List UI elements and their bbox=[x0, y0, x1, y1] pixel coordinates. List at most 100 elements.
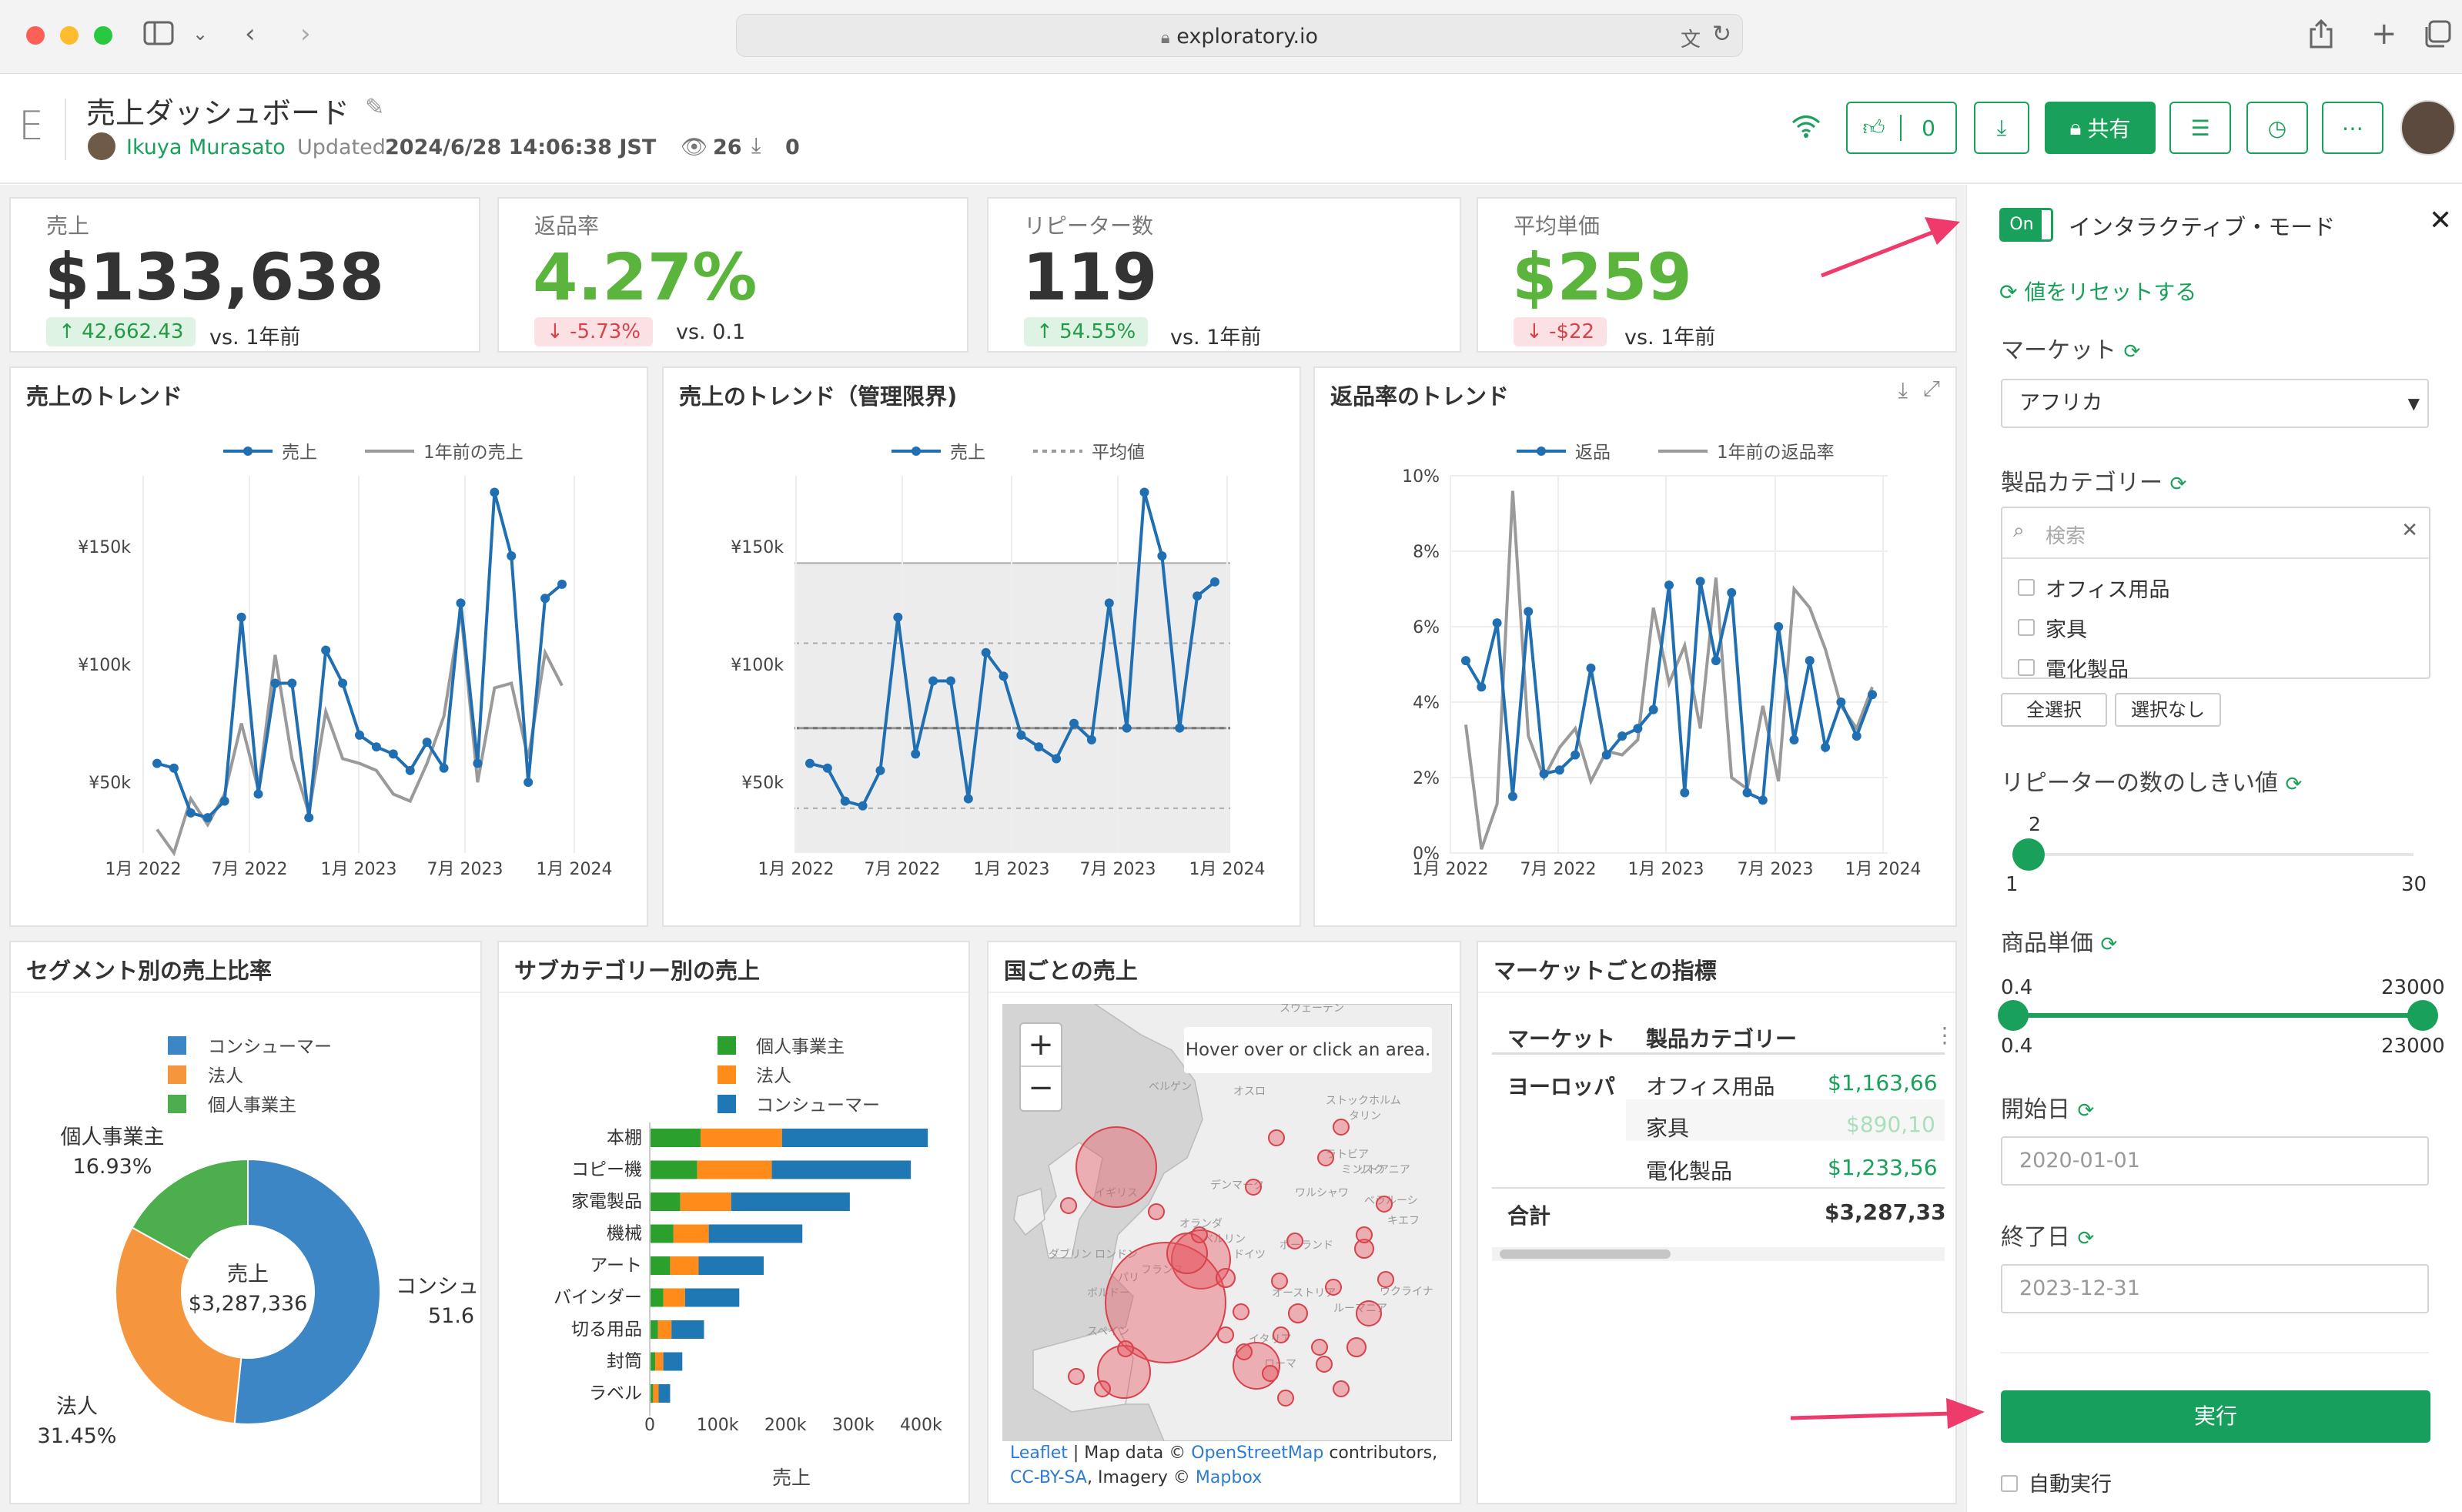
map-bubble bbox=[1262, 1365, 1279, 1382]
mapbox-link[interactable]: Mapbox bbox=[1196, 1468, 1262, 1487]
table-header: マーケット 製品カテゴリー ⋮ bbox=[1492, 1016, 1955, 1055]
y-tick-label: ¥50k bbox=[89, 774, 131, 793]
column-header[interactable]: マーケット bbox=[1507, 1022, 1615, 1053]
arrow-up-icon: ↑ bbox=[59, 320, 75, 343]
x-tick-label: 1月 2024 bbox=[537, 860, 613, 879]
map-place-label: オスロ bbox=[1233, 1085, 1266, 1098]
price-range-handle-high[interactable] bbox=[2407, 1000, 2438, 1031]
close-window-button[interactable] bbox=[26, 26, 45, 45]
x-axis-title: 売上 bbox=[772, 1467, 811, 1489]
map-bubble bbox=[1286, 1233, 1303, 1249]
sales-trend-card: 売上のトレンド 売上 1年前の売上 ¥50k ¥100k ¥150k 1月 2022 7月 … bbox=[9, 366, 648, 927]
option-label[interactable]: 家具 bbox=[2046, 613, 2087, 643]
refresh-icon[interactable]: ⟳ bbox=[2078, 1227, 2095, 1250]
start-date-input[interactable]: 2020-01-01 bbox=[2001, 1136, 2429, 1186]
kpi-value: 119 bbox=[1022, 239, 1158, 315]
minimize-window-button[interactable] bbox=[60, 26, 79, 45]
market-select-value: アフリカ bbox=[2019, 391, 2102, 415]
refresh-icon[interactable]: ⟳ bbox=[2101, 933, 2118, 956]
expand-icon[interactable]: ⤢ bbox=[1923, 376, 1940, 402]
data-point bbox=[507, 551, 517, 561]
reload-icon[interactable]: ↻ bbox=[1712, 21, 1731, 48]
data-point bbox=[1122, 723, 1132, 733]
y-tick-label: ¥50k bbox=[741, 774, 784, 793]
option-label[interactable]: オフィス用品 bbox=[2046, 573, 2169, 603]
select-none-button[interactable]: 選択なし bbox=[2115, 693, 2221, 727]
refresh-icon[interactable]: ⟳ bbox=[2286, 773, 2303, 796]
maximize-window-button[interactable] bbox=[94, 26, 112, 45]
category-search[interactable]: ⌕ 検索 ✕ bbox=[2002, 508, 2429, 559]
zoom-out-button[interactable]: − bbox=[1021, 1067, 1061, 1110]
logo[interactable]: E bbox=[18, 103, 44, 149]
header-divider bbox=[65, 99, 66, 160]
checkbox-office[interactable] bbox=[2018, 579, 2035, 596]
zoom-in-button[interactable]: + bbox=[1021, 1024, 1061, 1067]
filter-settings-button[interactable]: ☰ bbox=[2169, 102, 2231, 154]
repeater-slider-track[interactable] bbox=[2029, 853, 2413, 856]
more-button[interactable]: ⋯ bbox=[2322, 102, 2383, 154]
return-trend-chart[interactable]: 返品 1年前の返品率0%2%4%6%8%10%1月 2022 7月 2022 1月 2… bbox=[1315, 414, 1955, 925]
subcategory-bar-chart[interactable]: 個人事業主法人コンシューマー本棚コピー機家電製品機械アートバインダー切る用品封筒… bbox=[499, 993, 968, 1501]
x-tick-label: 0 bbox=[644, 1416, 655, 1435]
data-point bbox=[1052, 754, 1062, 764]
download-icon[interactable]: ⤓ bbox=[1898, 377, 1908, 403]
column-header[interactable]: 製品カテゴリー bbox=[1646, 1022, 1797, 1053]
checkbox-furniture[interactable] bbox=[2018, 619, 2035, 636]
forward-icon[interactable]: › bbox=[300, 18, 311, 49]
run-button[interactable]: 実行 bbox=[2001, 1390, 2430, 1443]
address-bar[interactable]: 🔒︎ exploratory.io 文 ↻ bbox=[736, 14, 1743, 57]
cc-link[interactable]: CC-BY-SA bbox=[1010, 1468, 1087, 1487]
interactive-mode-toggle[interactable]: On bbox=[1999, 208, 2053, 242]
bar-segment bbox=[731, 1193, 850, 1211]
osm-link[interactable]: OpenStreetMap bbox=[1191, 1443, 1323, 1463]
select-all-button[interactable]: 全選択 bbox=[2001, 693, 2107, 727]
lock-icon: 🔒︎ bbox=[2069, 115, 2082, 140]
reset-values-link[interactable]: ⟳ 値をリセットする bbox=[1999, 276, 2196, 306]
close-icon[interactable]: ✕ bbox=[2429, 205, 2452, 236]
repeater-slider-handle[interactable] bbox=[2012, 838, 2045, 871]
end-date-input[interactable]: 2023-12-31 bbox=[2001, 1264, 2429, 1313]
translate-icon[interactable]: 文 bbox=[1681, 24, 1701, 52]
segment-donut-chart[interactable]: コンシューマー法人個人事業主売上$3,287,336コンシュ51.6法人31.4… bbox=[11, 993, 480, 1501]
data-point bbox=[1805, 656, 1815, 666]
author-link[interactable]: Ikuya Murasato bbox=[126, 135, 286, 159]
refresh-icon[interactable]: ⟳ bbox=[2078, 1099, 2095, 1122]
horizontal-scrollbar[interactable] bbox=[1492, 1247, 1945, 1261]
download-button[interactable]: ⤓ bbox=[1974, 102, 2029, 154]
price-range-track[interactable] bbox=[2013, 1013, 2421, 1018]
share-icon[interactable] bbox=[2308, 18, 2334, 56]
price-range-handle-low[interactable] bbox=[1998, 1000, 2029, 1031]
edit-title-icon[interactable]: ✎ bbox=[365, 94, 384, 121]
x-tick-label: 7月 2022 bbox=[865, 860, 941, 879]
sales-control-chart[interactable]: 売上 平均値 ¥50k ¥100k ¥150k 1月 2022 7月 2022 1月 2023… bbox=[664, 414, 1300, 925]
new-tab-icon[interactable]: + bbox=[2371, 18, 2397, 49]
data-point bbox=[1742, 788, 1752, 798]
tabs-overview-icon[interactable] bbox=[2424, 20, 2451, 55]
share-button[interactable]: 🔒︎ 共有 bbox=[2045, 102, 2156, 154]
author-avatar[interactable] bbox=[88, 132, 115, 160]
chevron-down-icon[interactable]: ⌄ bbox=[192, 18, 208, 49]
x-tick-label: 1月 2022 bbox=[758, 860, 835, 879]
option-label[interactable]: 電化製品 bbox=[2046, 653, 2129, 683]
clear-search-icon[interactable]: ✕ bbox=[2401, 519, 2418, 542]
column-menu-icon[interactable]: ⋮ bbox=[1934, 1022, 1955, 1048]
sales-trend-chart[interactable]: 売上 1年前の売上 ¥50k ¥100k ¥150k 1月 2022 7月 2022 1月 2… bbox=[11, 414, 647, 925]
like-button[interactable]: 👍︎ 0 bbox=[1846, 102, 1957, 154]
market-select[interactable]: アフリカ ▼ bbox=[2001, 379, 2429, 428]
history-button[interactable]: ◷ bbox=[2246, 102, 2308, 154]
refresh-icon[interactable]: ⟳ bbox=[2124, 340, 2141, 363]
map-bubble bbox=[1277, 1390, 1294, 1407]
map-bubble bbox=[1271, 1273, 1288, 1290]
user-avatar[interactable] bbox=[2400, 100, 2456, 156]
auto-run-checkbox[interactable] bbox=[2001, 1475, 2018, 1492]
back-icon[interactable]: ‹ bbox=[245, 18, 256, 49]
bar-segment bbox=[708, 1224, 803, 1243]
refresh-icon[interactable]: ⟳ bbox=[2170, 473, 2187, 496]
checkbox-electronics[interactable] bbox=[2018, 659, 2035, 676]
leaflet-link[interactable]: Leaflet bbox=[1010, 1443, 1068, 1463]
kpi-badge: ↓ -$22 bbox=[1514, 317, 1607, 346]
data-point bbox=[557, 579, 567, 589]
sidebar-toggle-icon[interactable] bbox=[143, 20, 174, 53]
kpi-value: $259 bbox=[1512, 239, 1692, 315]
scrollbar-thumb[interactable] bbox=[1500, 1249, 1671, 1259]
